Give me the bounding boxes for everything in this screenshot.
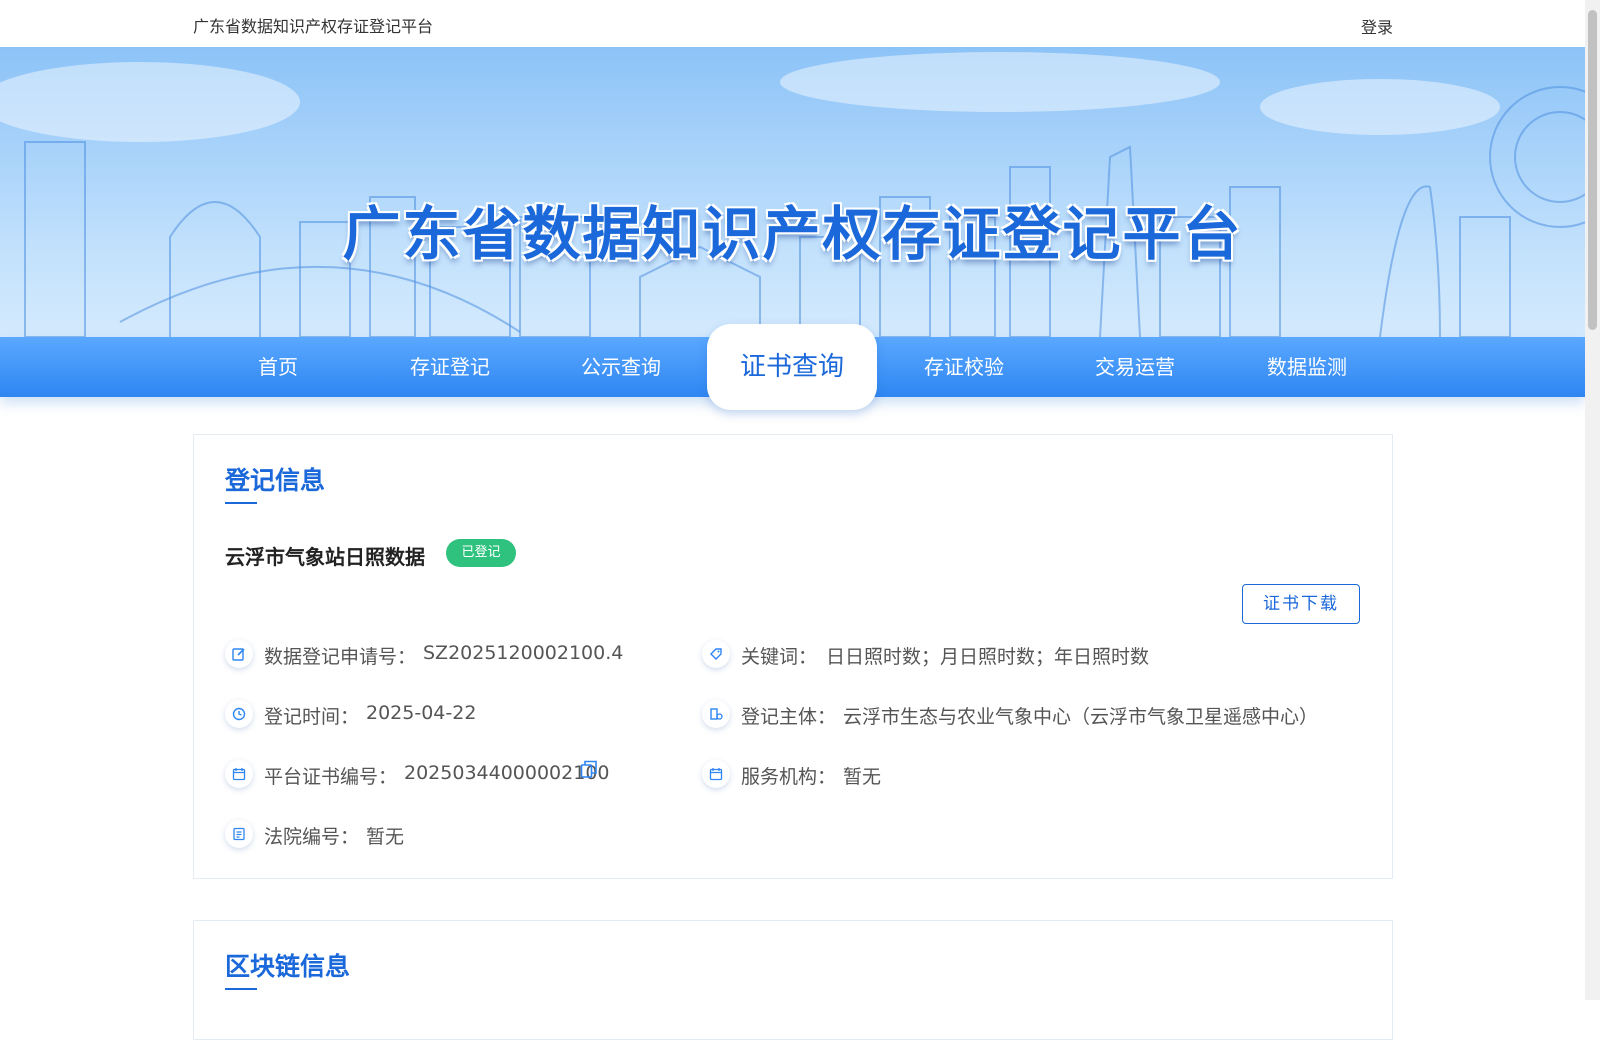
dataset-name: 云浮市气象站日照数据 (225, 545, 425, 569)
banner-title: 广东省数据知识产权存证登记平台 (342, 200, 1243, 268)
field-label: 登记时间： (264, 706, 360, 728)
field-value: SZ2025120002100.4 (423, 642, 624, 664)
nav-registration[interactable]: 存证登记 (375, 337, 525, 397)
calendar-icon (702, 760, 730, 788)
nav-trading[interactable]: 交易运营 (1060, 337, 1210, 397)
field-value: 暂无 (843, 766, 882, 788)
field-value: 暂无 (366, 826, 405, 848)
top-bar: 广东省数据知识产权存证登记平台 登录 (0, 0, 1585, 47)
field-value: 2025-04-22 (366, 702, 477, 724)
field-label: 平台证书编号： (264, 766, 398, 788)
field-value: 云浮市生态与农业气象中心（云浮市气象卫星遥感中心） (843, 706, 1319, 728)
main-nav: 首页 存证登记 公示查询 证书查询 存证校验 交易运营 数据监测 (0, 324, 1585, 410)
copy-icon[interactable] (580, 760, 598, 785)
title-underline (225, 988, 257, 990)
field-value: 20250344000002100 (404, 762, 610, 784)
scrollbar-thumb[interactable] (1588, 10, 1597, 330)
field-service-org: 服务机构： 暂无 (702, 760, 1362, 790)
calendar-icon (225, 760, 253, 788)
section-title: 登记信息 (225, 466, 326, 495)
field-value: 日日照时数；月日照时数；年日照时数 (826, 646, 1150, 668)
blockchain-info-card: 区块链信息 (193, 920, 1393, 1040)
login-link[interactable]: 登录 (1361, 14, 1393, 38)
field-label: 关键词： (741, 646, 818, 668)
section-title: 区块链信息 (225, 952, 351, 981)
field-registration-subject: 登记主体： 云浮市生态与农业气象中心（云浮市气象卫星遥感中心） (702, 700, 1362, 730)
title-underline (225, 502, 257, 504)
nav-home[interactable]: 首页 (203, 337, 353, 397)
field-label: 法院编号： (264, 826, 360, 848)
page-scrollbar[interactable] (1585, 0, 1600, 1000)
field-court-no: 法院编号： 暂无 (225, 820, 655, 850)
field-label: 登记主体： (741, 706, 837, 728)
field-label: 数据登记申请号： (264, 646, 417, 668)
document-icon (225, 820, 253, 848)
nav-certificate-query[interactable]: 证书查询 (707, 324, 877, 410)
field-registration-time: 登记时间： 2025-04-22 (225, 700, 655, 730)
field-keywords: 关键词： 日日照时数；月日照时数；年日照时数 (702, 640, 1362, 670)
hero-banner: 广东省数据知识产权存证登记平台 (0, 47, 1585, 337)
edit-icon (225, 640, 253, 668)
registration-info-card: 登记信息 云浮市气象站日照数据 已登记 证书下载 数据登记申请号： SZ2025… (193, 434, 1393, 879)
nav-verification[interactable]: 存证校验 (889, 337, 1039, 397)
field-label: 服务机构： (741, 766, 837, 788)
building-icon (702, 700, 730, 728)
tag-icon (702, 640, 730, 668)
nav-monitoring[interactable]: 数据监测 (1232, 337, 1382, 397)
field-certificate-no: 平台证书编号： 20250344000002100 (225, 760, 685, 790)
clock-icon (225, 700, 253, 728)
site-name: 广东省数据知识产权存证登记平台 (193, 17, 434, 36)
certificate-download-button[interactable]: 证书下载 (1242, 584, 1360, 624)
nav-public-query[interactable]: 公示查询 (546, 337, 696, 397)
field-application-no: 数据登记申请号： SZ2025120002100.4 (225, 640, 655, 670)
status-badge: 已登记 (446, 539, 516, 567)
